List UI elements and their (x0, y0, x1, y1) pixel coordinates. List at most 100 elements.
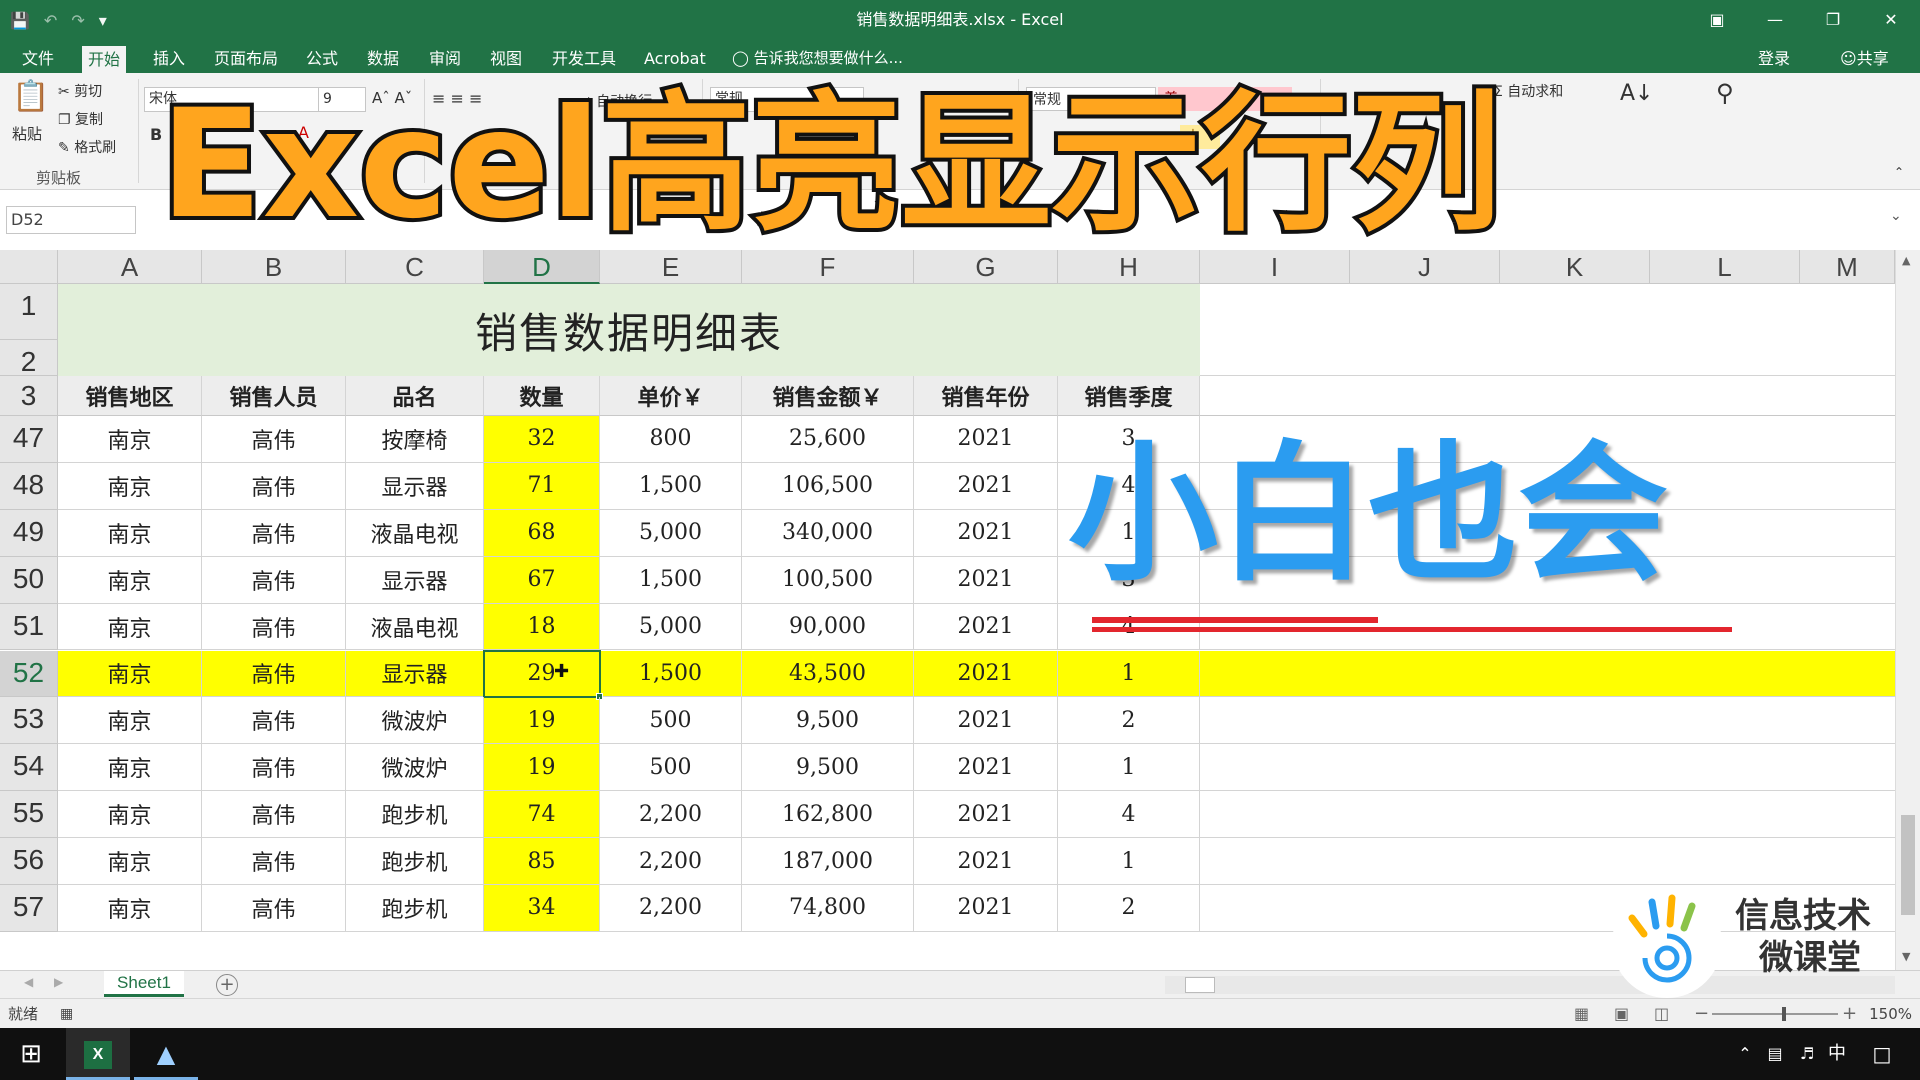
cell-product[interactable]: 液晶电视 (346, 603, 484, 651)
row-header[interactable]: 48 (0, 462, 58, 510)
tab-acrobat[interactable]: Acrobat (638, 44, 712, 73)
header-cell-product[interactable]: 品名 (346, 376, 484, 416)
column-header-j[interactable]: J (1350, 250, 1500, 284)
cell-quarter[interactable]: 1 (1058, 650, 1200, 698)
cell-amount[interactable]: 187,000 (742, 838, 914, 885)
column-header-k[interactable]: K (1500, 250, 1650, 284)
empty-cells[interactable] (1200, 791, 1895, 839)
copy-button[interactable]: ❐ 复制 (58, 109, 103, 129)
cell-product[interactable]: 跑步机 (346, 838, 484, 885)
cell-quarter[interactable]: 1 (1058, 838, 1200, 885)
cell-quantity[interactable]: 18 (484, 603, 600, 651)
tab-review[interactable]: 审阅 (423, 44, 467, 73)
cell-year[interactable]: 2021 (914, 791, 1058, 839)
cell-salesperson[interactable]: 高伟 (202, 509, 346, 557)
expand-formula-icon[interactable]: ⌄ (1890, 208, 1902, 224)
format-painter-button[interactable]: ✎ 格式刷 (58, 137, 116, 157)
zoom-in-icon[interactable]: + (1842, 999, 1857, 1029)
tell-me-search[interactable]: ◯ 告诉我您想要做什么... (732, 44, 903, 73)
select-all-corner[interactable] (0, 250, 58, 284)
tab-data[interactable]: 数据 (361, 44, 405, 73)
cell-salesperson[interactable]: 高伟 (202, 791, 346, 839)
cell-amount[interactable]: 106,500 (742, 462, 914, 510)
excel-taskbar-icon[interactable]: X (66, 1028, 130, 1080)
row-header[interactable]: 47 (0, 416, 58, 463)
ribbon-display-icon[interactable]: ▣ (1688, 0, 1746, 40)
paste-icon[interactable]: 📋 (12, 79, 49, 114)
autosum-button[interactable]: Σ 自动求和 (1494, 81, 1563, 101)
row-header[interactable]: 53 (0, 697, 58, 745)
row-header[interactable]: 56 (0, 838, 58, 885)
empty-cells[interactable] (1200, 697, 1895, 745)
tab-view[interactable]: 视图 (484, 44, 528, 73)
cell-product[interactable]: 显示器 (346, 462, 484, 510)
cell-quantity[interactable]: 68 (484, 509, 600, 557)
page-layout-view-icon[interactable]: ▣ (1614, 999, 1629, 1029)
cell-unit-price[interactable]: 800 (600, 416, 742, 463)
scroll-up-icon[interactable]: ▲ (1902, 254, 1910, 267)
column-header-c[interactable]: C (346, 250, 484, 284)
tab-developer[interactable]: 开发工具 (546, 44, 622, 73)
column-header-d[interactable]: D (484, 250, 600, 284)
column-header-l[interactable]: L (1650, 250, 1800, 284)
active-cell-border[interactable] (483, 649, 601, 699)
cell-amount[interactable]: 9,500 (742, 744, 914, 792)
cell-amount[interactable]: 340,000 (742, 509, 914, 557)
header-cell-quantity[interactable]: 数量 (484, 376, 600, 416)
cell-amount[interactable]: 74,800 (742, 885, 914, 932)
header-cell-salesperson[interactable]: 销售人员 (202, 376, 346, 416)
cell-year[interactable]: 2021 (914, 744, 1058, 792)
ime-indicator[interactable]: 中 (1822, 1028, 1852, 1080)
page-break-view-icon[interactable]: ◫ (1654, 999, 1669, 1029)
cell-amount[interactable]: 43,500 (742, 650, 914, 698)
paste-button[interactable]: 粘贴 (12, 123, 42, 144)
cell-unit-price[interactable]: 1,500 (600, 650, 742, 698)
column-header-a[interactable]: A (58, 250, 202, 284)
header-cell-quarter[interactable]: 销售季度 (1058, 376, 1200, 416)
cell-salesperson[interactable]: 高伟 (202, 650, 346, 698)
cell-year[interactable]: 2021 (914, 885, 1058, 932)
cell-year[interactable]: 2021 (914, 509, 1058, 557)
tab-formulas[interactable]: 公式 (300, 44, 344, 73)
empty-cells[interactable] (1200, 651, 1895, 698)
cell-salesperson[interactable]: 高伟 (202, 416, 346, 463)
normal-view-icon[interactable]: ▦ (1574, 999, 1589, 1029)
cell-year[interactable]: 2021 (914, 462, 1058, 510)
cell-product[interactable]: 微波炉 (346, 697, 484, 745)
cell-product[interactable]: 按摩椅 (346, 416, 484, 463)
collapse-ribbon-icon[interactable]: ⌃ (1894, 165, 1904, 179)
cell-quantity[interactable]: 71 (484, 462, 600, 510)
header-cell-unit-price[interactable]: 单价￥ (600, 376, 742, 416)
windows-start-icon[interactable]: ⊞ (0, 1028, 62, 1080)
header-cell-amount[interactable]: 销售金额￥ (742, 376, 914, 416)
add-sheet-icon[interactable]: + (216, 974, 238, 996)
cell-amount[interactable]: 25,600 (742, 416, 914, 463)
row-header[interactable]: 54 (0, 744, 58, 792)
cell-year[interactable]: 2021 (914, 838, 1058, 885)
cell-salesperson[interactable]: 高伟 (202, 838, 346, 885)
cell-quarter[interactable]: 2 (1058, 885, 1200, 932)
share-button[interactable]: ☺共享 (1840, 44, 1889, 73)
cell-unit-price[interactable]: 2,200 (600, 791, 742, 839)
cell-region[interactable]: 南京 (58, 697, 202, 745)
vertical-scroll-thumb[interactable] (1901, 815, 1915, 915)
row-header[interactable]: 55 (0, 791, 58, 839)
cell-salesperson[interactable]: 高伟 (202, 885, 346, 932)
cell-quantity[interactable]: 19 (484, 744, 600, 792)
sheet-title-cell[interactable]: 销售数据明细表 (58, 284, 1200, 376)
row-header[interactable]: 51 (0, 603, 58, 651)
cell-amount[interactable]: 90,000 (742, 603, 914, 651)
zoom-slider-thumb[interactable] (1782, 1007, 1786, 1021)
empty-cells[interactable] (1200, 284, 1895, 376)
cell-region[interactable]: 南京 (58, 650, 202, 698)
cell-quarter[interactable]: 4 (1058, 791, 1200, 839)
cell-salesperson[interactable]: 高伟 (202, 556, 346, 604)
name-box[interactable]: D52 (6, 206, 136, 234)
restore-icon[interactable]: ❐ (1804, 0, 1862, 40)
cell-amount[interactable]: 162,800 (742, 791, 914, 839)
cell-quantity[interactable]: 85 (484, 838, 600, 885)
cell-year[interactable]: 2021 (914, 556, 1058, 604)
column-header-f[interactable]: F (742, 250, 914, 284)
cell-quantity[interactable]: 67 (484, 556, 600, 604)
app-taskbar-icon[interactable]: ▲ (134, 1028, 198, 1080)
